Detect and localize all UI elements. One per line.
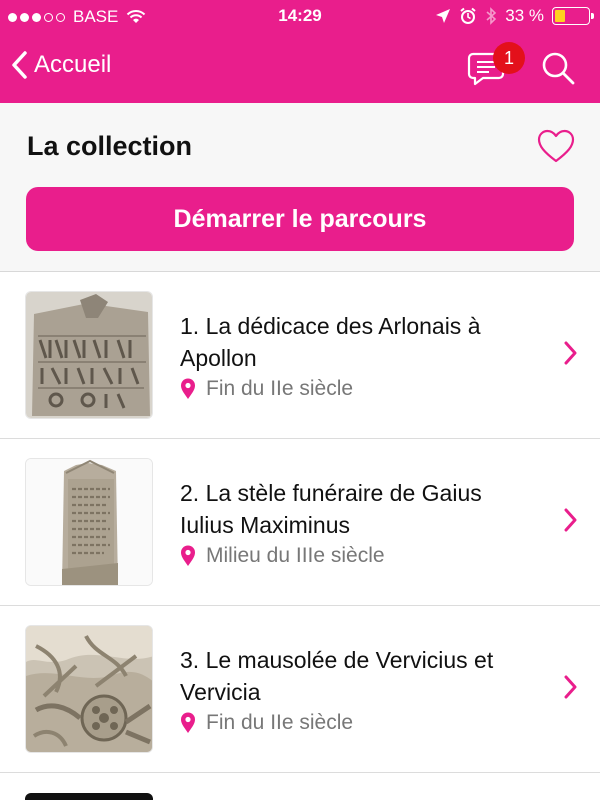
item-thumbnail (25, 625, 153, 753)
mausoleum-relief-image (26, 626, 152, 752)
location-arrow-icon (436, 9, 451, 23)
battery-icon (552, 7, 594, 25)
nav-actions: 1 (466, 42, 578, 88)
alarm-icon (460, 7, 476, 24)
list-item[interactable]: 3. Le mausolée de Vervicius et Vervicia … (0, 606, 600, 773)
item-title: 2. La stèle funéraire de Gaius Iulius Ma… (180, 480, 482, 538)
item-title: 3. Le mausolée de Vervicius et Vervicia (180, 647, 494, 705)
status-bar: BASE 14:29 33 % (0, 0, 600, 34)
battery-fill (555, 10, 565, 22)
item-period: Fin du IIe siècle (180, 377, 353, 401)
location-pin-icon (181, 378, 195, 399)
chat-button[interactable]: 1 (466, 42, 525, 88)
app-header: BASE 14:29 33 % Accueil 1 (0, 0, 600, 103)
list-item[interactable]: 1. La dédicace des Arlonais à Apollon Fi… (0, 272, 600, 439)
back-button[interactable]: Accueil (10, 50, 111, 80)
search-icon (542, 52, 575, 85)
collection-header: La collection Démarrer le parcours (0, 103, 600, 272)
page-title: La collection (27, 131, 193, 161)
item-thumbnail (25, 458, 153, 586)
stone-dedication-image (26, 292, 152, 418)
notification-badge: 1 (493, 42, 525, 74)
item-title: 1. La dédicace des Arlonais à Apollon (180, 313, 481, 371)
chevron-right-icon (564, 341, 577, 365)
list-item[interactable]: 2. La stèle funéraire de Gaius Iulius Ma… (0, 439, 600, 606)
search-button[interactable] (538, 48, 578, 88)
chevron-right-icon (564, 508, 577, 532)
heart-icon[interactable] (536, 127, 576, 167)
next-item-thumbnail-peek (25, 793, 153, 800)
battery-nub (591, 13, 594, 19)
funerary-stele-image (26, 459, 152, 585)
chevron-right-icon (564, 675, 577, 699)
navigation-bar: Accueil 1 (0, 34, 600, 103)
location-pin-icon (181, 712, 195, 733)
item-period: Fin du IIe siècle (180, 711, 353, 735)
start-tour-button[interactable]: Démarrer le parcours (26, 187, 574, 251)
back-chevron-icon (12, 51, 27, 79)
status-right: 33 % (435, 6, 594, 26)
collection-list: 1. La dédicace des Arlonais à Apollon Fi… (0, 272, 600, 773)
item-thumbnail (25, 291, 153, 419)
back-label: Accueil (34, 51, 112, 78)
battery-percent: 33 % (505, 6, 544, 25)
location-pin-icon (181, 545, 195, 566)
period-label: Fin du IIe siècle (206, 711, 354, 734)
bluetooth-icon (486, 7, 497, 25)
period-label: Fin du IIe siècle (206, 377, 354, 400)
period-label: Milieu du IIIe siècle (206, 544, 385, 567)
item-period: Milieu du IIIe siècle (180, 544, 385, 568)
